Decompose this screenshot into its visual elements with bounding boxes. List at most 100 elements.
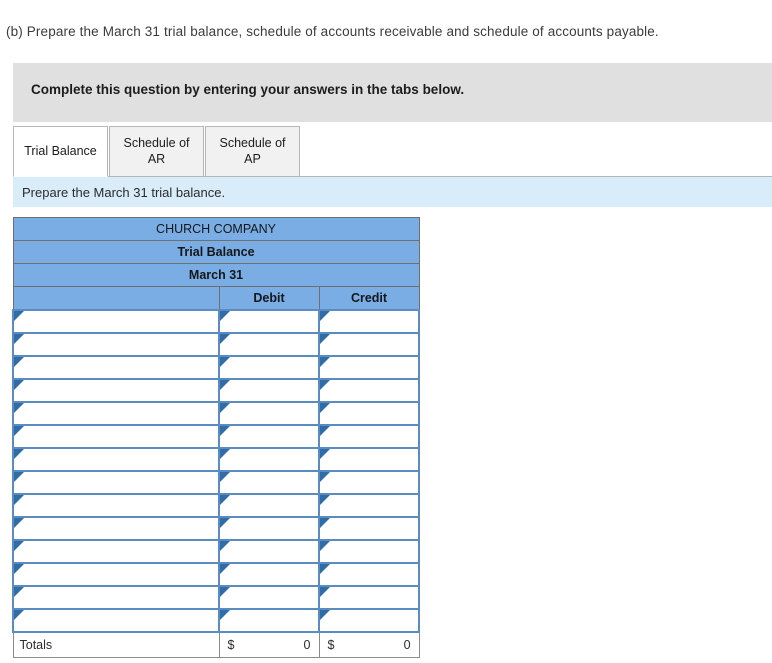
cell-marker-icon xyxy=(220,540,230,551)
credit-input-cell[interactable] xyxy=(317,561,421,587)
table-row xyxy=(12,492,421,518)
account-input-cell[interactable] xyxy=(12,561,220,587)
table-row xyxy=(12,607,421,633)
cell-marker-icon xyxy=(220,333,230,344)
debit-input-cell[interactable] xyxy=(218,400,320,426)
cell-marker-icon xyxy=(14,517,24,528)
credit-input-cell[interactable] xyxy=(317,469,421,495)
credit-input-cell[interactable] xyxy=(317,446,421,472)
debit-input-cell[interactable] xyxy=(218,561,320,587)
table-row xyxy=(12,561,421,587)
credit-input-cell[interactable] xyxy=(317,607,421,633)
cell-marker-icon xyxy=(220,494,230,505)
cell-marker-icon xyxy=(320,609,330,620)
cell-marker-icon xyxy=(220,609,230,620)
tab-trial-balance[interactable]: Trial Balance xyxy=(13,126,108,177)
cell-marker-icon xyxy=(220,563,230,574)
table-row xyxy=(12,354,421,380)
tab-strip: Trial Balance Schedule of AR Schedule of… xyxy=(13,126,772,177)
debit-input-cell[interactable] xyxy=(218,446,320,472)
debit-input-cell[interactable] xyxy=(218,515,320,541)
cell-marker-icon xyxy=(14,471,24,482)
table-row xyxy=(12,423,421,449)
account-input-cell[interactable] xyxy=(12,469,220,495)
account-input-cell[interactable] xyxy=(12,492,220,518)
debit-input-cell[interactable] xyxy=(218,377,320,403)
tab-schedule-of-ar[interactable]: Schedule of AR xyxy=(109,126,204,177)
debit-input-cell[interactable] xyxy=(218,492,320,518)
credit-input-cell[interactable] xyxy=(317,538,421,564)
debit-input-cell[interactable] xyxy=(218,584,320,610)
cell-marker-icon xyxy=(320,425,330,436)
account-input-cell[interactable] xyxy=(12,584,220,610)
debit-input-cell[interactable] xyxy=(218,331,320,357)
cell-marker-icon xyxy=(320,471,330,482)
table-row-column-headers: Debit Credit xyxy=(12,286,420,310)
cell-marker-icon xyxy=(14,425,24,436)
cell-marker-icon xyxy=(220,379,230,390)
table-row-totals: Totals $ 0 $ 0 xyxy=(12,631,420,658)
account-input-cell[interactable] xyxy=(12,377,220,403)
account-input-cell[interactable] xyxy=(12,331,220,357)
account-input-cell[interactable] xyxy=(12,446,220,472)
cell-marker-icon xyxy=(320,517,330,528)
credit-input-cell[interactable] xyxy=(317,377,421,403)
debit-input-cell[interactable] xyxy=(218,308,320,334)
credit-input-cell[interactable] xyxy=(317,400,421,426)
account-input-cell[interactable] xyxy=(12,515,220,541)
company-name-cell: CHURCH COMPANY xyxy=(12,217,420,241)
table-row xyxy=(12,400,421,426)
cell-marker-icon xyxy=(220,517,230,528)
totals-label: Totals xyxy=(12,631,220,658)
cell-marker-icon xyxy=(220,310,230,321)
totals-debit-value: 0 xyxy=(303,637,311,652)
cell-marker-icon xyxy=(14,448,24,459)
sub-instruction-text: Prepare the March 31 trial balance. xyxy=(22,185,226,200)
totals-credit-currency: $ xyxy=(327,637,335,652)
credit-input-cell[interactable] xyxy=(317,515,421,541)
totals-credit-value: 0 xyxy=(403,637,411,652)
cell-marker-icon xyxy=(14,379,24,390)
credit-input-cell[interactable] xyxy=(317,492,421,518)
trial-balance-table: CHURCH COMPANY Trial Balance March 31 De… xyxy=(12,217,421,658)
cell-marker-icon xyxy=(14,333,24,344)
cell-marker-icon xyxy=(320,540,330,551)
account-input-cell[interactable] xyxy=(12,354,220,380)
table-row-date-title: March 31 xyxy=(12,263,420,287)
table-row xyxy=(12,538,421,564)
instruction-banner: Complete this question by entering your … xyxy=(13,63,772,122)
debit-input-cell[interactable] xyxy=(218,607,320,633)
credit-input-cell[interactable] xyxy=(317,423,421,449)
credit-input-cell[interactable] xyxy=(317,331,421,357)
account-input-cell[interactable] xyxy=(12,423,220,449)
credit-input-cell[interactable] xyxy=(317,584,421,610)
column-header-debit: Debit xyxy=(218,286,320,310)
account-input-cell[interactable] xyxy=(12,400,220,426)
account-input-cell[interactable] xyxy=(12,538,220,564)
credit-input-cell[interactable] xyxy=(317,308,421,334)
table-row xyxy=(12,308,421,334)
cell-marker-icon xyxy=(320,586,330,597)
tab-schedule-of-ap[interactable]: Schedule of AP xyxy=(205,126,300,177)
debit-input-cell[interactable] xyxy=(218,423,320,449)
cell-marker-icon xyxy=(320,379,330,390)
debit-input-cell[interactable] xyxy=(218,538,320,564)
cell-marker-icon xyxy=(220,356,230,367)
cell-marker-icon xyxy=(14,586,24,597)
cell-marker-icon xyxy=(320,448,330,459)
instruction-banner-text: Complete this question by entering your … xyxy=(31,82,465,97)
statement-name-cell: Trial Balance xyxy=(12,240,420,264)
cell-marker-icon xyxy=(220,471,230,482)
column-header-account xyxy=(12,286,220,310)
cell-marker-icon xyxy=(320,494,330,505)
debit-input-cell[interactable] xyxy=(218,354,320,380)
table-row xyxy=(12,515,421,541)
cell-marker-icon xyxy=(14,356,24,367)
table-row xyxy=(12,584,421,610)
account-input-cell[interactable] xyxy=(12,308,220,334)
credit-input-cell[interactable] xyxy=(317,354,421,380)
table-row xyxy=(12,469,421,495)
debit-input-cell[interactable] xyxy=(218,469,320,495)
account-input-cell[interactable] xyxy=(12,607,220,633)
sub-instruction-bar: Prepare the March 31 trial balance. xyxy=(13,177,772,207)
